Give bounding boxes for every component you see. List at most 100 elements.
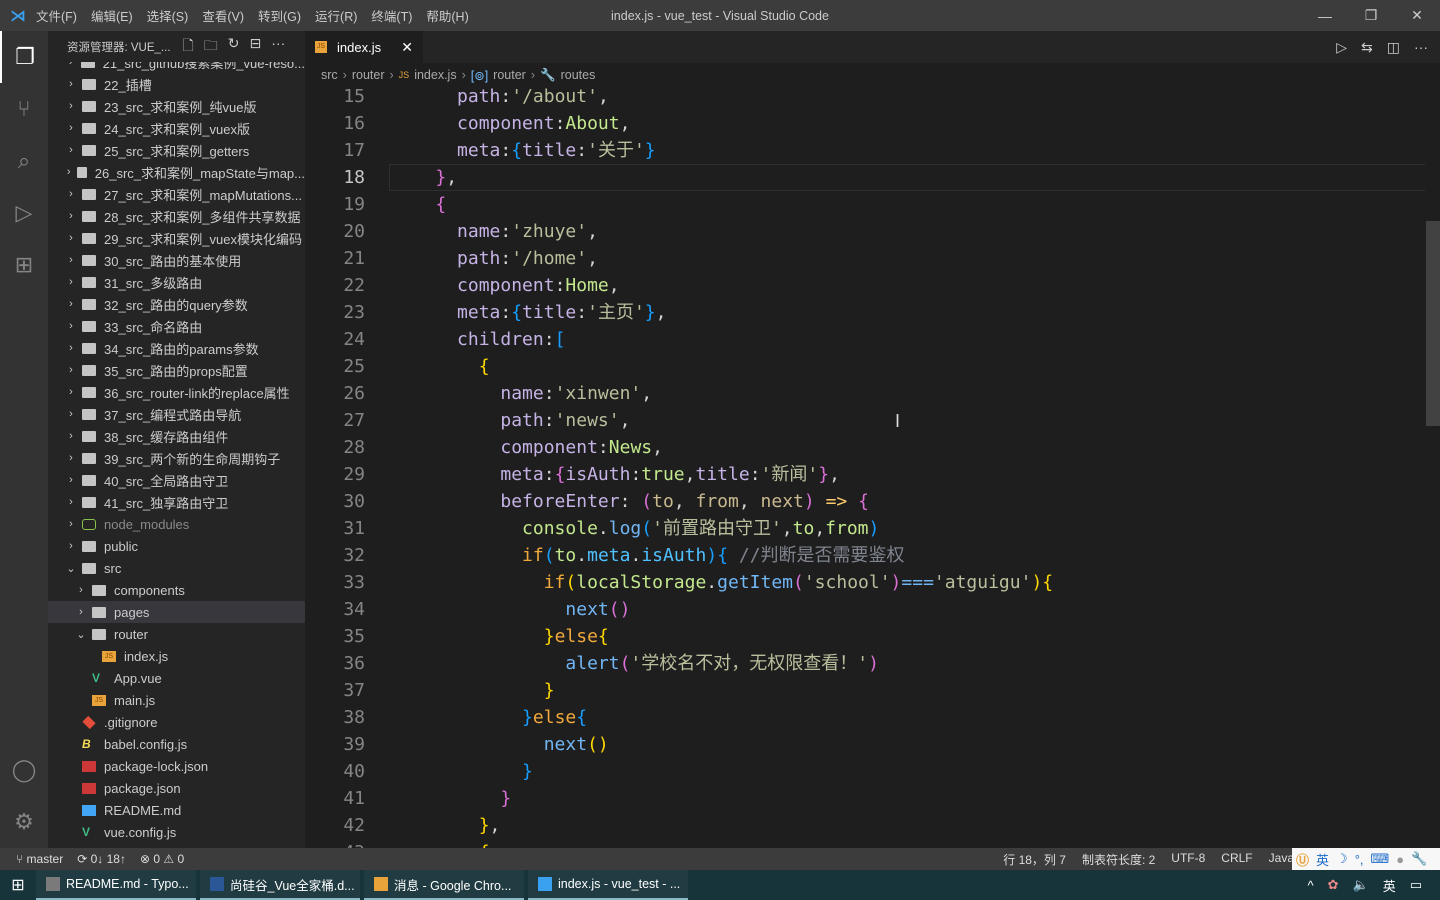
code-line[interactable]: 42 }, [305,812,1425,839]
menu-item[interactable]: 选择(S) [147,10,189,24]
code-line[interactable]: 29 meta:{isAuth:true,title:'新闻'}, [305,461,1425,488]
code-line[interactable]: 32 if(to.meta.isAuth){ //判断是否需要鉴权 [305,542,1425,569]
tree-item[interactable]: JS index.js [48,645,305,667]
code-line[interactable]: 16 component:About, [305,110,1425,137]
split-editor-icon[interactable]: ◫ [1387,39,1400,56]
tree-item[interactable]: › 39_src_两个新的生命周期钩子 [48,447,305,469]
tree-item[interactable]: › pages [48,601,305,623]
tree-item[interactable]: › 31_src_多级路由 [48,271,305,293]
code-line[interactable]: 21 path:'/home', [305,245,1425,272]
code-line[interactable]: 26 name:'xinwen', [305,380,1425,407]
more-actions-icon[interactable]: ··· [1414,39,1428,55]
more-icon[interactable]: ··· [271,35,285,59]
menu-item[interactable]: 运行(R) [315,10,357,24]
windows-start-icon[interactable]: ⊞ [0,875,36,895]
gear-icon[interactable]: ⚙ [0,796,48,848]
code-line[interactable]: 24 children:[ [305,326,1425,353]
menu-item[interactable]: 查看(V) [202,10,244,24]
tree-item[interactable]: › 38_src_缓存路由组件 [48,425,305,447]
code-line[interactable]: 27 path:'news', [305,407,1425,434]
collapse-all-icon[interactable]: ⊟ [250,35,262,59]
breadcrumb-item[interactable]: index.js [414,68,456,82]
menu-item[interactable]: 帮助(H) [426,10,468,24]
tree-item[interactable]: › 41_src_独享路由守卫 [48,491,305,513]
sync-indicator[interactable]: ⟳ 0↓ 18↑ [77,852,126,866]
language-mode[interactable]: Java [1269,851,1294,868]
tree-item[interactable]: V App.vue [48,667,305,689]
code-line[interactable]: 19 { [305,191,1425,218]
code-line[interactable]: 41 } [305,785,1425,812]
vertical-scrollbar[interactable] [1426,119,1440,848]
tree-item[interactable]: › 27_src_求和案例_mapMutations... [48,183,305,205]
new-folder-icon[interactable]: 🗀 [204,35,218,59]
tree-item[interactable]: ⌄ src [48,557,305,579]
menu-item[interactable]: 文件(F) [36,10,77,24]
code-line[interactable]: 38 }else{ [305,704,1425,731]
tree-item[interactable]: package.json [48,777,305,799]
code-line[interactable]: 43 { [305,839,1425,848]
scrollbar-thumb[interactable] [1426,221,1440,426]
ime-mode[interactable]: 英 [1316,850,1329,869]
search-icon[interactable]: ⌕ [0,135,48,187]
close-window-button[interactable]: ✕ [1394,0,1440,31]
keyboard-icon[interactable]: ⌨ [1371,851,1390,867]
code-line[interactable]: 28 component:News, [305,434,1425,461]
tree-item[interactable]: Vvue.config.js [48,821,305,843]
punctuation-icon[interactable]: °, [1355,852,1364,867]
tree-item[interactable]: › 35_src_路由的props配置 [48,359,305,381]
run-icon[interactable]: ▷ [1336,39,1347,56]
code-line[interactable]: 30 beforeEnter: (to, from, next) => { [305,488,1425,515]
tray-language[interactable]: 英 [1383,876,1396,895]
code-line[interactable]: 34 next() [305,596,1425,623]
tree-item[interactable]: › 29_src_求和案例_vuex模块化编码 [48,227,305,249]
breadcrumb-item[interactable]: router [493,68,526,82]
code-line[interactable]: 15 path:'/about', [305,83,1425,110]
code-line[interactable]: 23 meta:{title:'主页'}, [305,299,1425,326]
compare-icon[interactable]: ⇆ [1361,39,1373,56]
taskbar-item[interactable]: index.js - vue_test - ... [528,870,688,900]
code-line[interactable]: 25 { [305,353,1425,380]
tray-expand-icon[interactable]: ^ [1307,878,1313,893]
tree-item[interactable]: › 23_src_求和案例_纯vue版 [48,95,305,117]
tray-app-icon[interactable]: ✿ [1328,877,1339,893]
taskbar-item[interactable]: 消息 - Google Chro... [364,870,524,900]
menu-item[interactable]: 转到(G) [258,10,301,24]
menu-item[interactable]: 终端(T) [371,10,412,24]
notification-icon[interactable]: ▭ [1410,877,1422,893]
tree-item[interactable]: › 30_src_路由的基本使用 [48,249,305,271]
code-editor[interactable]: 15 path:'/about', 16 component:About, 17 m… [305,83,1425,848]
tree-item[interactable]: ⌄ router [48,623,305,645]
tree-item[interactable]: › 25_src_求和案例_getters [48,139,305,161]
breadcrumb-item[interactable]: router [352,68,385,82]
wrench-icon[interactable]: 🔧 [1411,851,1427,867]
extensions-icon[interactable]: ⊞ [0,239,48,291]
breadcrumb-item[interactable]: routes [561,68,596,82]
problems-indicator[interactable]: ⊗ 0 ⚠ 0 [140,852,184,866]
taskbar-item[interactable]: README.md - Typo... [36,870,196,900]
tree-item[interactable]: Bbabel.config.js [48,733,305,755]
restore-button[interactable]: ❐ [1348,0,1394,31]
tree-item[interactable]: › 33_src_命名路由 [48,315,305,337]
tree-item[interactable]: › 36_src_router-link的replace属性 [48,381,305,403]
tree-item[interactable]: › 26_src_求和案例_mapState与map... [48,161,305,183]
code-line[interactable]: 37 } [305,677,1425,704]
tree-item[interactable]: › 22_插槽 [48,73,305,95]
tree-item[interactable]: › 40_src_全局路由守卫 [48,469,305,491]
refresh-icon[interactable]: ↻ [228,35,240,59]
run-debug-icon[interactable]: ▷ [0,187,48,239]
code-line[interactable]: 33 if(localStorage.getItem('school')==='… [305,569,1425,596]
taskbar-item[interactable]: 尚硅谷_Vue全家桶.d... [200,870,360,900]
tree-item[interactable]: › node_modules [48,513,305,535]
tree-item[interactable]: .gitignore [48,711,305,733]
user-icon[interactable]: ● [1396,852,1404,867]
code-line[interactable]: 17 meta:{title:'关于'} [305,137,1425,164]
tree-item[interactable]: › 34_src_路由的params参数 [48,337,305,359]
tree-item[interactable]: JS main.js [48,689,305,711]
tree-item[interactable]: › public [48,535,305,557]
code-line[interactable]: 35 }else{ [305,623,1425,650]
code-line[interactable]: 39 next() [305,731,1425,758]
indentation[interactable]: 制表符长度: 2 [1082,851,1155,868]
code-line[interactable]: 31 console.log('前置路由守卫',to,from) [305,515,1425,542]
code-line[interactable]: 20 name:'zhuye', [305,218,1425,245]
moon-icon[interactable]: ☽ [1336,851,1348,867]
